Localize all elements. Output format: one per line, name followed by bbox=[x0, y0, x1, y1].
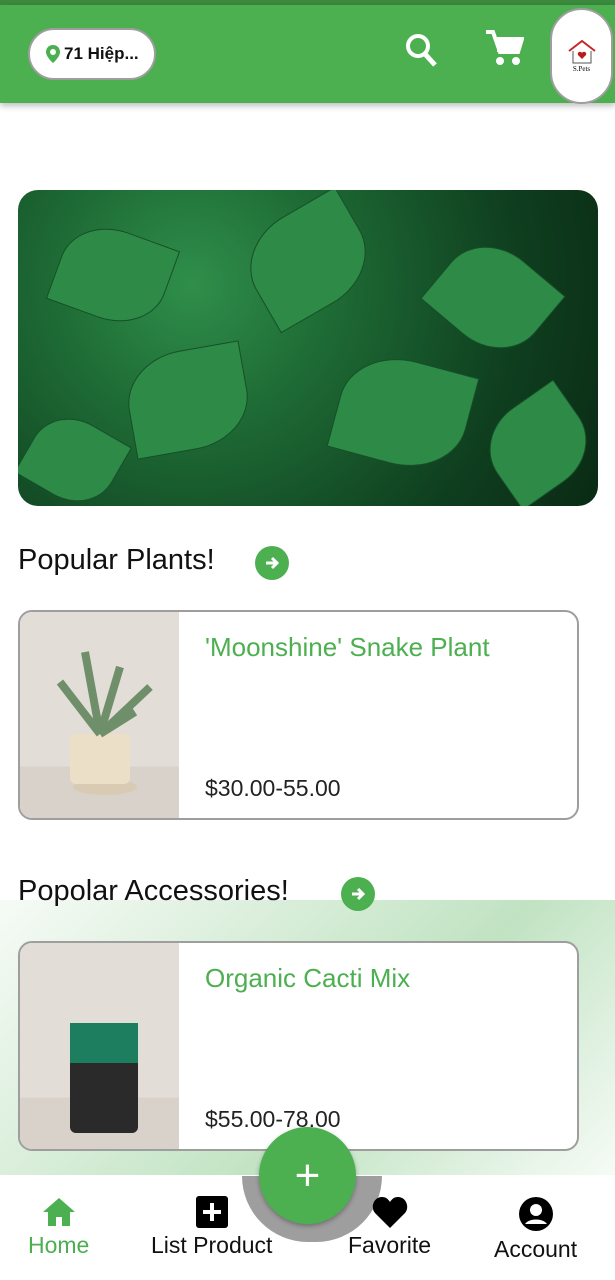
nav-label: Account bbox=[494, 1236, 578, 1262]
house-heart-logo-icon bbox=[567, 39, 596, 64]
product-card[interactable]: 'Moonshine' Snake Plant $30.00-55.00 bbox=[18, 610, 579, 820]
arrow-right-icon[interactable] bbox=[341, 877, 375, 911]
app-header: 71 Hiệp... S.Pets bbox=[0, 5, 615, 104]
add-box-icon bbox=[195, 1196, 228, 1228]
product-card[interactable]: Organic Cacti Mix $55.00-78.00 bbox=[18, 941, 579, 1151]
cacti-mix-image bbox=[20, 943, 179, 1149]
product-name: Organic Cacti Mix bbox=[205, 963, 411, 993]
nav-favorite[interactable]: Favorite bbox=[348, 1196, 431, 1259]
account-icon bbox=[518, 1197, 553, 1231]
product-name: 'Moonshine' Snake Plant bbox=[205, 632, 490, 662]
search-icon[interactable] bbox=[404, 30, 440, 75]
nav-home[interactable]: Home bbox=[28, 1196, 89, 1259]
popular-accessories-title: Popolar Accessories! bbox=[18, 875, 289, 907]
snake-plant-image bbox=[20, 612, 179, 818]
logo-text: S.Pets bbox=[572, 65, 591, 73]
arrow-right-icon[interactable] bbox=[255, 546, 289, 580]
product-price: $30.00-55.00 bbox=[205, 775, 341, 801]
nav-label: Favorite bbox=[348, 1232, 432, 1258]
nav-label: List Product bbox=[151, 1232, 273, 1258]
location-button[interactable]: 71 Hiệp... bbox=[28, 28, 156, 80]
heart-icon bbox=[372, 1197, 407, 1228]
nav-account[interactable]: Account bbox=[494, 1196, 577, 1263]
add-fab-button[interactable]: + bbox=[259, 1127, 356, 1224]
brand-logo[interactable]: S.Pets bbox=[550, 8, 613, 104]
location-pin-icon bbox=[46, 45, 60, 63]
home-icon bbox=[42, 1198, 75, 1226]
cart-icon[interactable] bbox=[486, 30, 525, 73]
hero-banner-image bbox=[18, 190, 598, 506]
nav-list-product[interactable]: List Product bbox=[151, 1196, 272, 1259]
nav-label: Home bbox=[28, 1232, 90, 1258]
location-text: 71 Hiệp... bbox=[64, 44, 139, 63]
popular-plants-title: Popular Plants! bbox=[18, 544, 215, 576]
